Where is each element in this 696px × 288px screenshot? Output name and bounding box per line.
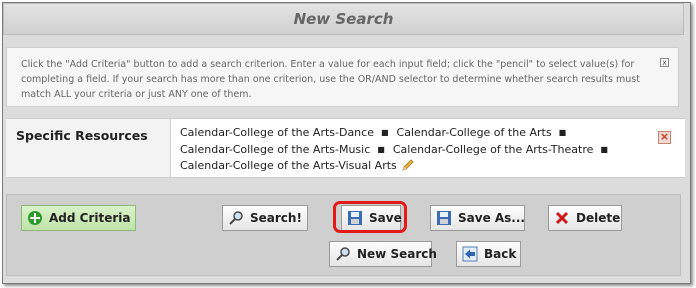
magnifier-icon bbox=[335, 246, 351, 262]
help-panel: Click the "Add Criteria" button to add a… bbox=[6, 47, 679, 107]
new-search-button[interactable]: New Search bbox=[329, 241, 437, 267]
remove-criterion-icon[interactable]: × bbox=[658, 131, 671, 144]
delete-button[interactable]: Delete bbox=[548, 205, 622, 231]
value-separator: ■ bbox=[558, 128, 567, 137]
criterion-row: Specific Resources Calendar-College of t… bbox=[6, 118, 685, 178]
criterion-values: Calendar-College of the Arts-Dance ■ Calen… bbox=[180, 125, 650, 175]
delete-x-icon bbox=[554, 210, 570, 226]
search-button[interactable]: Search! bbox=[222, 205, 308, 231]
pencil-icon[interactable] bbox=[401, 159, 415, 171]
value-separator: ■ bbox=[380, 128, 389, 137]
add-criteria-label: Add Criteria bbox=[49, 211, 131, 225]
value-separator: ■ bbox=[600, 144, 608, 154]
criterion-value: Calendar-College of the Arts-Music bbox=[180, 142, 371, 156]
criterion-value: Calendar-College of the Arts-Theatre bbox=[392, 142, 594, 156]
value-separator: ■ bbox=[377, 144, 385, 154]
floppy-disk-icon bbox=[436, 210, 452, 226]
save-as-button[interactable]: Save As... bbox=[430, 205, 525, 231]
new-search-label: New Search bbox=[357, 247, 437, 261]
search-label: Search! bbox=[250, 211, 302, 225]
delete-label: Delete bbox=[576, 211, 621, 225]
save-as-label: Save As... bbox=[458, 211, 525, 225]
add-criteria-button[interactable]: Add Criteria bbox=[21, 205, 136, 231]
dialog-title: New Search bbox=[3, 3, 684, 35]
save-highlight bbox=[333, 201, 407, 233]
magnifier-icon bbox=[228, 210, 244, 226]
plus-icon bbox=[27, 210, 43, 226]
criterion-label: Specific Resources bbox=[6, 119, 171, 177]
criterion-value: Calendar-College of the Arts-Dance bbox=[180, 126, 374, 139]
criterion-value: Calendar-College of the Arts bbox=[396, 126, 552, 139]
back-arrow-icon bbox=[462, 246, 478, 262]
help-close-icon[interactable]: x bbox=[660, 58, 669, 67]
back-label: Back bbox=[484, 247, 517, 261]
back-button[interactable]: Back bbox=[456, 241, 521, 267]
criterion-value: Calendar-College of the Arts-Visual Arts bbox=[180, 159, 397, 172]
help-text: Click the "Add Criteria" button to add a… bbox=[21, 59, 640, 100]
